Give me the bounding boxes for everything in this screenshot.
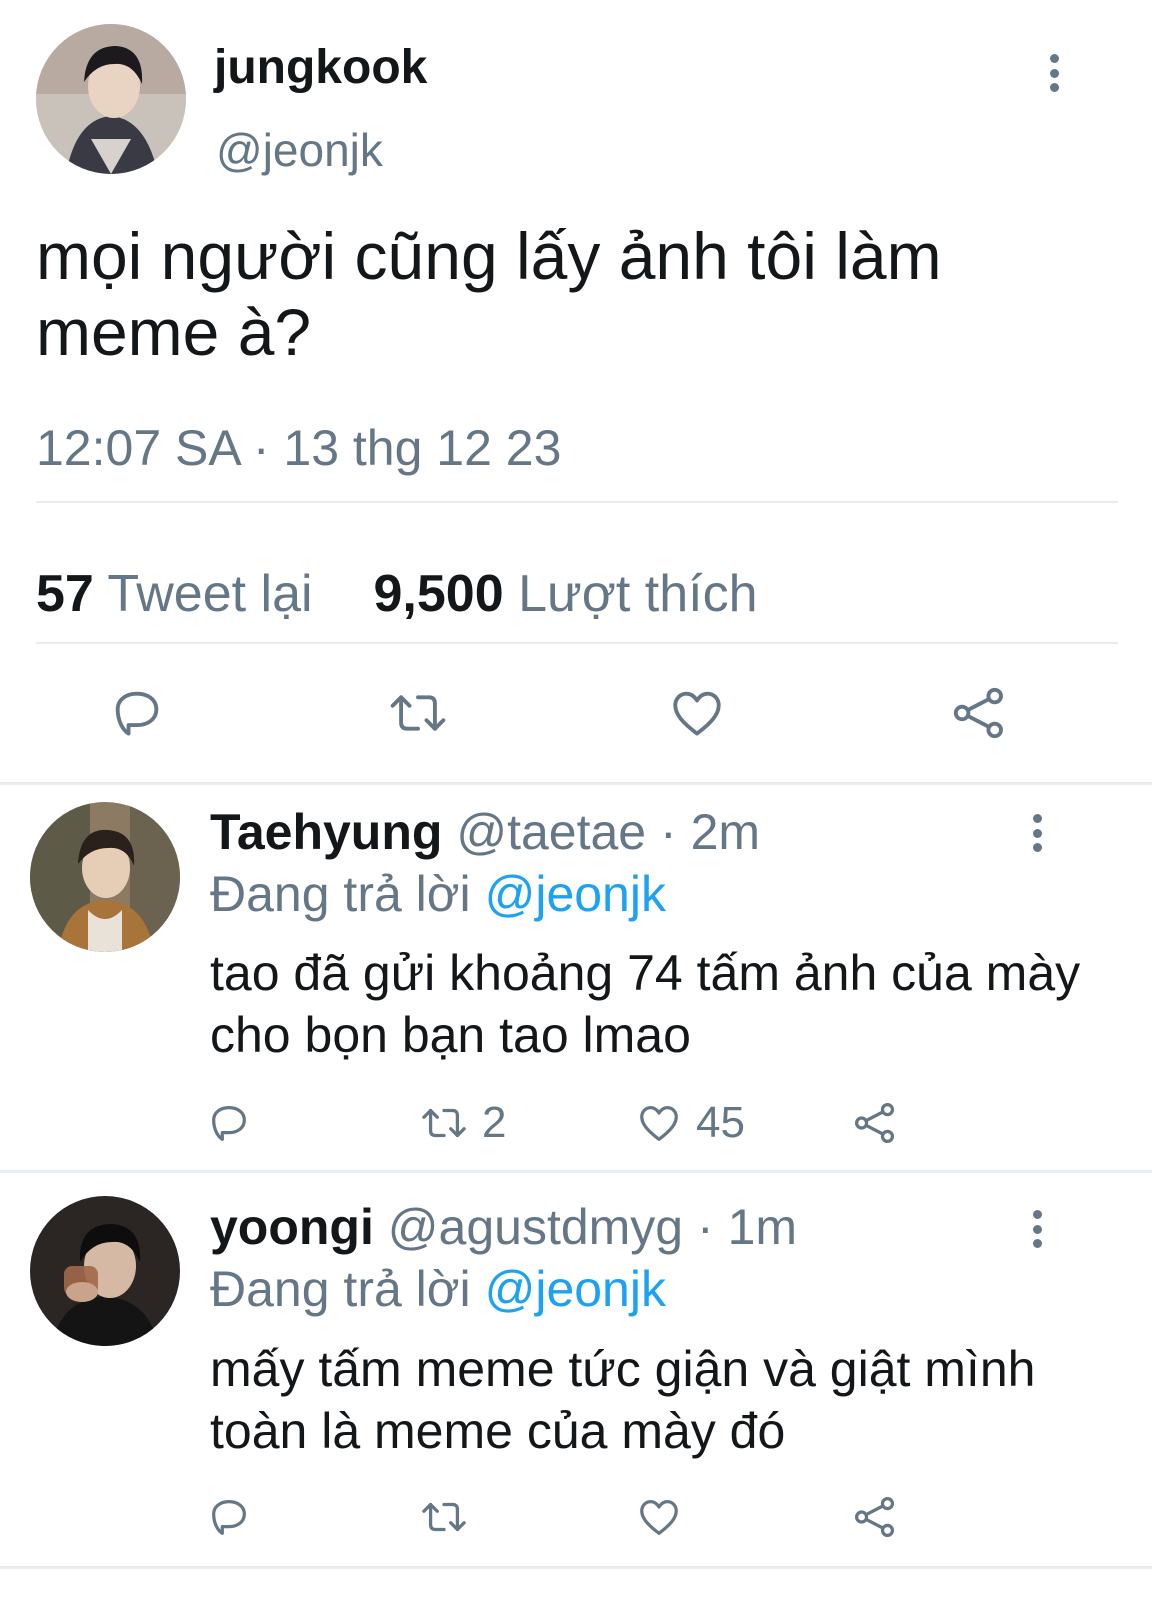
mention-link[interactable]: @jeonjk	[485, 1261, 666, 1317]
divider	[36, 501, 1118, 503]
reply-icon[interactable]	[206, 1100, 252, 1146]
avatar[interactable]	[36, 24, 186, 174]
share-icon[interactable]	[852, 1100, 898, 1146]
tweet-timestamp[interactable]: 12:07 SA · 13 thg 12 23	[36, 418, 561, 478]
reply-text: tao đã gửi khoảng 74 tấm ảnh của mày cho…	[210, 945, 1081, 1063]
separator: ·	[697, 1199, 714, 1255]
like-icon[interactable]	[668, 684, 726, 742]
section-divider	[0, 1170, 1152, 1173]
like-icon[interactable]	[636, 1100, 682, 1146]
section-divider	[0, 1566, 1152, 1569]
more-options-icon[interactable]	[1031, 814, 1043, 852]
share-icon[interactable]	[852, 1494, 898, 1540]
reply-icon[interactable]	[108, 684, 166, 742]
retweet-icon[interactable]	[386, 684, 450, 742]
like-count: 45	[696, 1098, 745, 1147]
replying-to: Đang trả lời @jeonjk	[210, 864, 666, 924]
reply-header: Taehyung @taetae · 2m	[210, 802, 760, 862]
retweet-icon[interactable]	[418, 1100, 470, 1146]
reply-text: mấy tấm meme tức giận và giật mình toàn …	[210, 1341, 1036, 1459]
reply-time[interactable]: 2m	[691, 804, 760, 860]
like-label[interactable]: Lượt thích	[518, 565, 757, 623]
retweet-icon[interactable]	[418, 1494, 470, 1540]
display-name[interactable]: jungkook	[214, 38, 427, 98]
divider	[36, 642, 1118, 644]
replying-label: Đang trả lời	[210, 1261, 471, 1317]
avatar[interactable]	[30, 802, 180, 952]
reply-icon[interactable]	[206, 1494, 252, 1540]
retweet-count[interactable]: 57	[36, 565, 94, 623]
display-name[interactable]: Taehyung	[210, 804, 442, 860]
replying-to: Đang trả lời @jeonjk	[210, 1259, 666, 1319]
retweet-label[interactable]: Tweet lại	[107, 565, 312, 623]
more-options-icon[interactable]	[1031, 1210, 1043, 1248]
user-handle[interactable]: @agustdmyg	[388, 1199, 683, 1255]
user-handle[interactable]: @jeonjk	[216, 120, 383, 180]
section-divider	[0, 782, 1152, 785]
display-name[interactable]: yoongi	[210, 1199, 374, 1255]
reply-header: yoongi @agustdmyg · 1m	[210, 1197, 797, 1257]
separator: ·	[660, 804, 677, 860]
user-handle[interactable]: @taetae	[456, 804, 646, 860]
share-icon[interactable]	[950, 684, 1008, 742]
reply-time[interactable]: 1m	[728, 1199, 797, 1255]
mention-link[interactable]: @jeonjk	[485, 866, 666, 922]
like-icon[interactable]	[636, 1494, 682, 1540]
tweet-stats: 57 Tweet lại 9,500 Lượt thích	[36, 563, 758, 625]
tweet-text: mọi người cũng lấy ảnh tôi làm meme à?	[36, 219, 942, 369]
avatar[interactable]	[30, 1196, 180, 1346]
like-count[interactable]: 9,500	[373, 565, 503, 623]
more-options-icon[interactable]	[1048, 54, 1060, 92]
retweet-count: 2	[482, 1098, 507, 1147]
replying-label: Đang trả lời	[210, 866, 471, 922]
